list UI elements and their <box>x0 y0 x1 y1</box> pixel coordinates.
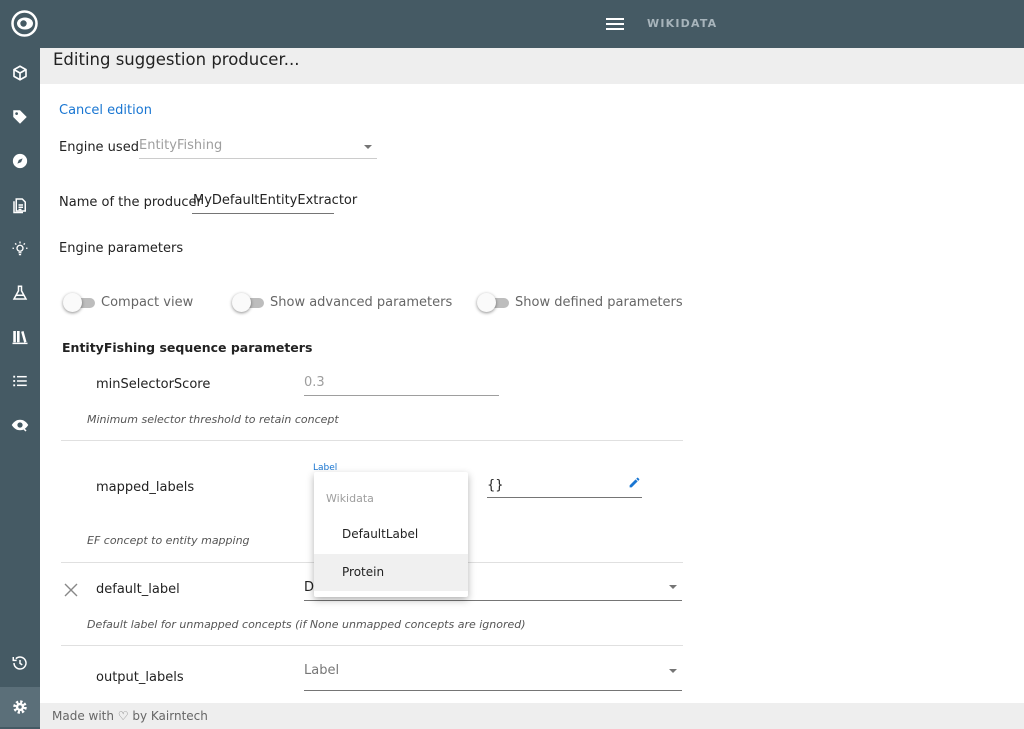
producer-name-underline <box>192 213 334 214</box>
default-label-name: default_label <box>96 582 180 597</box>
gear-icon[interactable] <box>0 687 40 727</box>
project-name: WIKIDATA <box>647 17 718 30</box>
label-dropdown-menu: Wikidata DefaultLabel Protein <box>314 472 468 597</box>
engine-select-caret-icon[interactable] <box>364 145 372 149</box>
top-bar: WIKIDATA <box>0 0 1024 48</box>
show-defined-switch[interactable] <box>477 293 511 313</box>
default-label-caret-icon[interactable] <box>669 585 677 589</box>
dropdown-group-header: Wikidata <box>326 492 374 505</box>
output-labels-select[interactable]: Label <box>304 663 339 678</box>
engine-parameters-label: Engine parameters <box>59 241 184 256</box>
header-band: Editing suggestion producer... <box>40 48 1024 84</box>
hamburger-menu-icon[interactable] <box>606 15 624 33</box>
default-label-description: Default label for unmapped concepts (if … <box>87 618 526 631</box>
producer-name-input[interactable]: MyDefaultEntityExtractor <box>193 193 357 208</box>
show-advanced-label: Show advanced parameters <box>270 295 453 310</box>
divider <box>61 645 683 646</box>
cancel-edition-link[interactable]: Cancel edition <box>59 103 152 118</box>
dropdown-option-protein[interactable]: Protein <box>314 554 468 591</box>
engine-select[interactable]: EntityFishing <box>139 138 222 153</box>
min-selector-score-underline <box>304 395 499 396</box>
list-icon[interactable] <box>0 361 40 401</box>
default-label-underline <box>304 600 682 601</box>
mapped-labels-description: EF concept to entity mapping <box>87 534 250 547</box>
compact-view-switch[interactable] <box>63 293 97 313</box>
engine-used-label: Engine used <box>59 140 139 155</box>
divider <box>61 440 683 441</box>
pencil-edit-icon[interactable] <box>628 476 641 489</box>
show-advanced-switch[interactable] <box>232 293 266 313</box>
output-labels-underline <box>304 690 682 691</box>
producer-name-label: Name of the producer <box>59 195 202 210</box>
history-icon[interactable] <box>0 643 40 683</box>
sidebar <box>0 48 40 729</box>
dropdown-option-defaultlabel[interactable]: DefaultLabel <box>314 516 468 553</box>
output-labels-name: output_labels <box>96 670 184 685</box>
page-title: Editing suggestion producer... <box>53 50 300 69</box>
document-icon[interactable] <box>0 185 40 225</box>
mapped-labels-value-underline <box>487 497 642 498</box>
min-selector-score-name: minSelectorScore <box>96 377 211 392</box>
mapped-labels-name: mapped_labels <box>96 480 195 495</box>
compact-view-label: Compact view <box>101 295 194 310</box>
mapped-labels-value-input[interactable]: {} <box>487 478 504 493</box>
library-icon[interactable] <box>0 317 40 357</box>
tag-icon[interactable] <box>0 97 40 137</box>
engine-select-underline <box>139 158 377 159</box>
eye-icon[interactable] <box>0 405 40 445</box>
min-selector-score-input[interactable]: 0.3 <box>304 375 325 390</box>
section-title: EntityFishing sequence parameters <box>62 340 313 355</box>
eye-logo-icon[interactable] <box>11 10 38 37</box>
compass-icon[interactable] <box>0 141 40 181</box>
output-labels-caret-icon[interactable] <box>669 669 677 673</box>
close-icon[interactable] <box>64 583 78 597</box>
cube-icon[interactable] <box>0 53 40 93</box>
lightbulb-icon[interactable] <box>0 229 40 269</box>
min-selector-score-description: Minimum selector threshold to retain con… <box>87 413 339 426</box>
flask-icon[interactable] <box>0 273 40 313</box>
default-label-select[interactable]: D <box>304 580 314 595</box>
footer-credit: Made with ♡ by Kairntech <box>52 709 208 723</box>
show-defined-label: Show defined parameters <box>515 295 683 310</box>
footer: Made with ♡ by Kairntech <box>40 703 1024 729</box>
